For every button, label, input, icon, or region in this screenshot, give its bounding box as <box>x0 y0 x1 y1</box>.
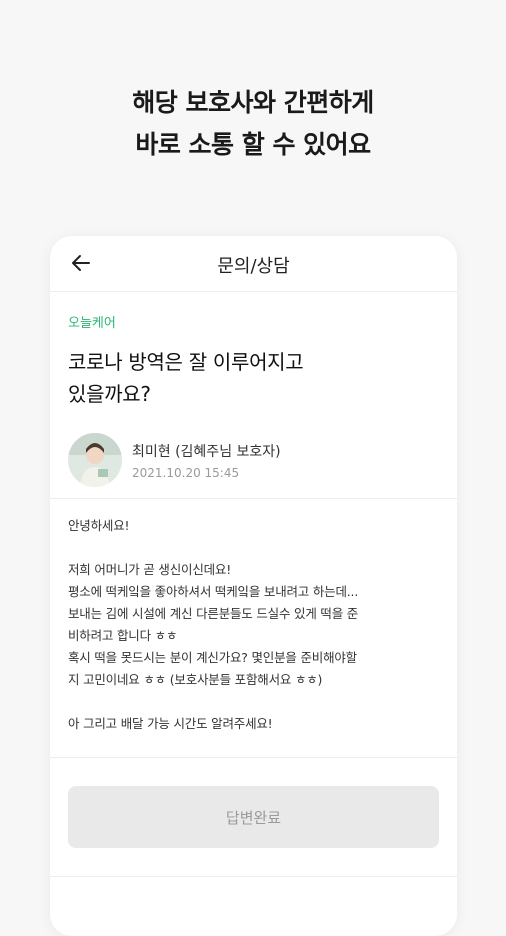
category-tag: 오늘케어 <box>68 316 116 331</box>
divider <box>50 876 457 877</box>
question-title-line-2: 있을까요? <box>68 382 151 406</box>
question-title-line-1: 코로나 방역은 잘 이루어지고 <box>68 350 304 374</box>
author-info: 최미현 (김혜주님 보호자) 2021.10.20 15:45 <box>132 441 281 480</box>
post-content: 오늘케어 코로나 방역은 잘 이루어지고 있을까요? 최미현 (김혜주님 보호자… <box>50 312 457 877</box>
page-title: 문의/상담 <box>217 256 290 277</box>
phone-card: 문의/상담 오늘케어 코로나 방역은 잘 이루어지고 있을까요? 최미현 (김혜… <box>50 236 457 936</box>
question-title: 코로나 방역은 잘 이루어지고 있을까요? <box>68 346 439 410</box>
author-name: 최미현 (김혜주님 보호자) <box>132 443 281 460</box>
avatar <box>68 433 122 487</box>
divider <box>50 757 457 758</box>
promo-line-2: 바로 소통 할 수 있어요 <box>135 130 371 159</box>
post-date: 2021.10.20 15:45 <box>132 465 240 480</box>
promo-line-1: 해당 보호사와 간편하게 <box>132 88 374 117</box>
divider <box>50 498 457 499</box>
promo-headline: 해당 보호사와 간편하게 바로 소통 할 수 있어요 <box>0 82 506 166</box>
answer-complete-button[interactable]: 답변완료 <box>68 786 439 848</box>
post-body: 안녕하세요! 저희 어머니가 곧 생신이신데요! 평소에 떡케잌을 좋아하셔서 … <box>68 518 359 731</box>
author-row: 최미현 (김혜주님 보호자) 2021.10.20 15:45 <box>68 432 439 488</box>
app-bar: 문의/상담 <box>50 236 457 292</box>
